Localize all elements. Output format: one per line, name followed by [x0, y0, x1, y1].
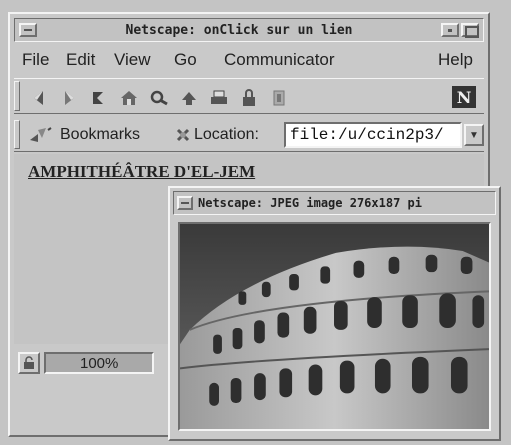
- netscape-logo[interactable]: N: [452, 86, 476, 108]
- bookmarks-button[interactable]: Bookmarks: [60, 126, 140, 144]
- window-menu-button[interactable]: [19, 23, 37, 37]
- maximize-button[interactable]: [461, 23, 479, 38]
- guide-icon[interactable]: [178, 87, 200, 109]
- menu-go[interactable]: Go: [174, 50, 197, 70]
- location-toolbar: Bookmarks Location: file:/u/ccin2p3/ ▼: [14, 118, 484, 152]
- minimize-button[interactable]: [441, 23, 459, 37]
- image-view: [178, 222, 491, 431]
- image-window-title: Netscape: JPEG image 276x187 pi: [198, 196, 422, 210]
- progress-text: 100%: [80, 355, 119, 372]
- image-window-menu-button[interactable]: [177, 196, 193, 210]
- menu-file[interactable]: File: [22, 50, 49, 70]
- back-icon[interactable]: [28, 87, 50, 109]
- window-title: Netscape: onClick sur un lien: [125, 23, 353, 38]
- stop-icon[interactable]: [268, 87, 290, 109]
- main-title-bar[interactable]: Netscape: onClick sur un lien: [14, 18, 484, 42]
- location-label: Location:: [194, 126, 259, 143]
- menu-communicator[interactable]: Communicator: [224, 50, 335, 70]
- lock-icon[interactable]: [18, 352, 40, 374]
- location-icon: [176, 128, 190, 142]
- reload-icon[interactable]: [88, 87, 110, 109]
- forward-icon[interactable]: [58, 87, 80, 109]
- search-icon[interactable]: [148, 87, 170, 109]
- location-dropdown-button[interactable]: ▼: [464, 124, 484, 146]
- location-grip[interactable]: [14, 120, 20, 149]
- menu-help[interactable]: Help: [438, 50, 473, 70]
- menu-view[interactable]: View: [114, 50, 151, 70]
- progress-bar: 100%: [44, 352, 154, 374]
- toolbar-grip[interactable]: [14, 81, 20, 111]
- security-icon[interactable]: [238, 87, 260, 109]
- menu-edit[interactable]: Edit: [66, 50, 95, 70]
- navigation-toolbar: N: [14, 78, 484, 114]
- image-window: Netscape: JPEG image 276x187 pi: [168, 186, 501, 441]
- location-input[interactable]: file:/u/ccin2p3/: [284, 122, 462, 148]
- bookmarks-icon[interactable]: [28, 126, 52, 144]
- amphitheatre-photo: [180, 224, 489, 429]
- print-icon[interactable]: [208, 87, 230, 109]
- home-icon[interactable]: [118, 87, 140, 109]
- page-link[interactable]: AMPHITHÉÂTRE D'EL-JEM: [28, 162, 255, 182]
- image-title-bar[interactable]: Netscape: JPEG image 276x187 pi: [173, 191, 496, 215]
- menu-bar: File Edit View Go Communicator Help: [14, 46, 484, 74]
